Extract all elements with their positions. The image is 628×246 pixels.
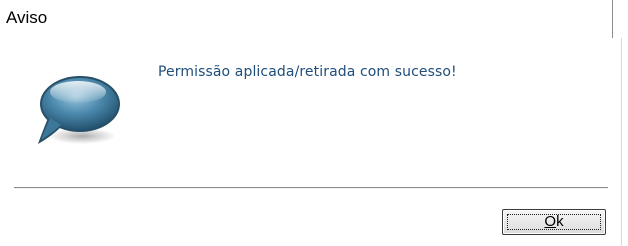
window-right-border [621,38,622,246]
speech-bubble-icon [30,70,122,150]
dialog-message: Permissão aplicada/retirada com sucesso! [158,64,457,80]
ok-mnemonic: O [544,213,557,230]
button-separator-highlight [14,188,608,189]
alert-dialog: Aviso Permissão aplicada/retirada com su… [0,0,628,246]
ok-button[interactable]: Ok [502,209,606,235]
ok-label-rest: k [556,213,564,230]
dialog-title: Aviso [6,8,48,27]
ok-button-label: Ok [503,210,605,234]
